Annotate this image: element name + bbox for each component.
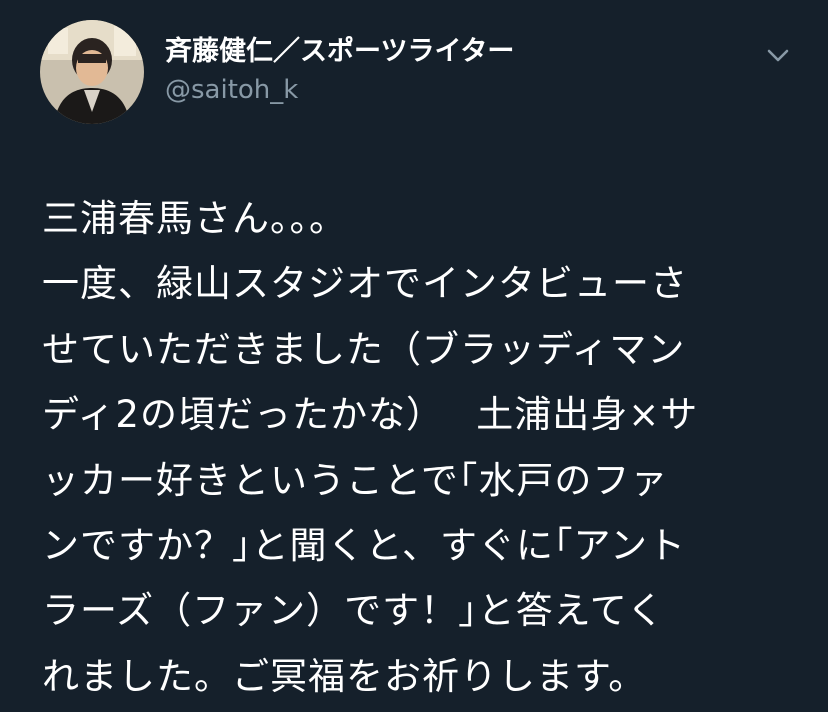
author-avatar[interactable] (40, 20, 144, 124)
tweet-text-line: れました。ご冥福をお祈りします。 (42, 654, 647, 698)
tweet-menu-button[interactable] (762, 40, 794, 72)
chevron-down-icon (767, 49, 789, 62)
tweet-text-line: ッカー好きということで｢水戸のファ (42, 458, 669, 502)
tweet-text-line: ディ2の頃だったかな） 土浦出身×サ (42, 393, 699, 437)
tweet-text-line: ンですか？｣と聞くと、すぐに｢アント (42, 523, 687, 567)
tweet-text-line: ラーズ（ファン）です！｣と答えてく (42, 589, 665, 633)
tweet-text-line: 一度、緑山スタジオでインタビューさ (42, 262, 688, 306)
user-avatar-icon (40, 20, 144, 124)
author-handle[interactable]: @saitoh_k (165, 72, 514, 108)
author-display-name[interactable]: 斉藤健仁／スポーツライター (165, 34, 514, 70)
tweet: 斉藤健仁／スポーツライター @saitoh_k 三浦春馬さん。。。 一度、緑山ス… (0, 0, 828, 712)
author-info: 斉藤健仁／スポーツライター @saitoh_k (165, 34, 514, 108)
tweet-text-line: せていただきました（ブラッディマン (42, 327, 686, 371)
tweet-text-line: 三浦春馬さん。。。 (42, 197, 347, 240)
tweet-text: 三浦春馬さん。。。 一度、緑山スタジオでインタビューさ せていただきました（ブラ… (42, 186, 802, 709)
